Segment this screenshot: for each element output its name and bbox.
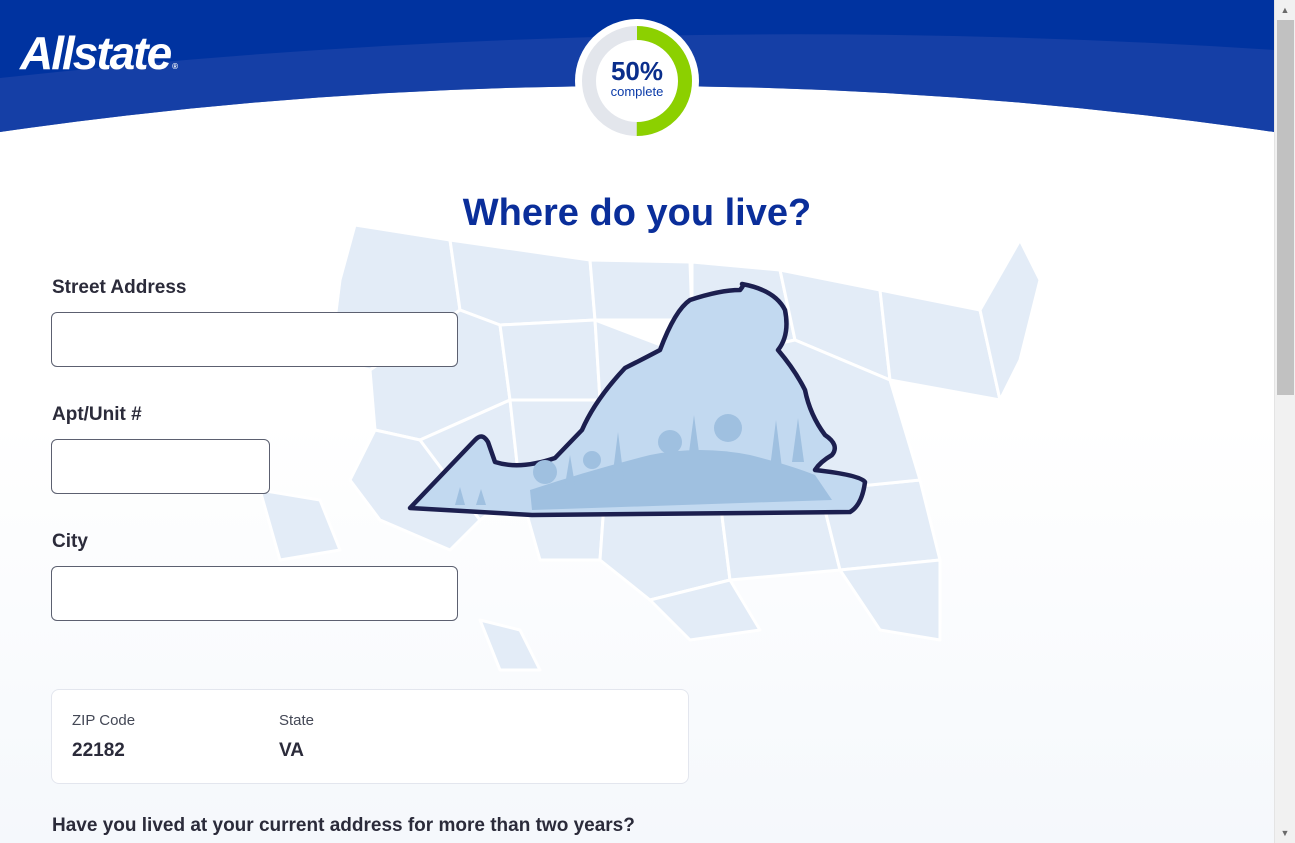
state-label: State <box>279 712 315 729</box>
page-title: Where do you live? <box>462 192 812 234</box>
scroll-down-arrow-icon[interactable]: ▼ <box>1275 823 1295 843</box>
zip-code-label: ZIP Code <box>72 712 136 729</box>
scrollbar-thumb[interactable] <box>1277 20 1294 395</box>
state-value: VA <box>279 740 304 761</box>
scroll-up-arrow-icon[interactable]: ▲ <box>1275 0 1295 20</box>
logo-text: Allstate <box>20 27 172 79</box>
logo-registered-mark: ® <box>172 62 179 71</box>
progress-percent: 50% <box>610 56 664 86</box>
street-address-input[interactable] <box>51 312 458 367</box>
street-address-label: Street Address <box>52 277 187 298</box>
city-input[interactable] <box>51 566 458 621</box>
residence-duration-question: Have you lived at your current address f… <box>52 815 635 836</box>
apt-unit-label: Apt/Unit # <box>52 404 142 425</box>
allstate-logo[interactable]: Allstate ® <box>20 26 178 80</box>
progress-indicator: 50% complete <box>575 19 699 143</box>
apt-unit-input[interactable] <box>51 439 270 494</box>
vertical-scrollbar[interactable]: ▲ ▼ <box>1274 0 1295 843</box>
city-label: City <box>52 531 88 552</box>
zip-code-value: 22182 <box>72 740 125 761</box>
location-summary-card: ZIP Code 22182 State VA <box>51 689 689 784</box>
page: Allstate ® 50% complete Where do you liv… <box>0 0 1274 843</box>
progress-caption: complete <box>610 84 664 99</box>
